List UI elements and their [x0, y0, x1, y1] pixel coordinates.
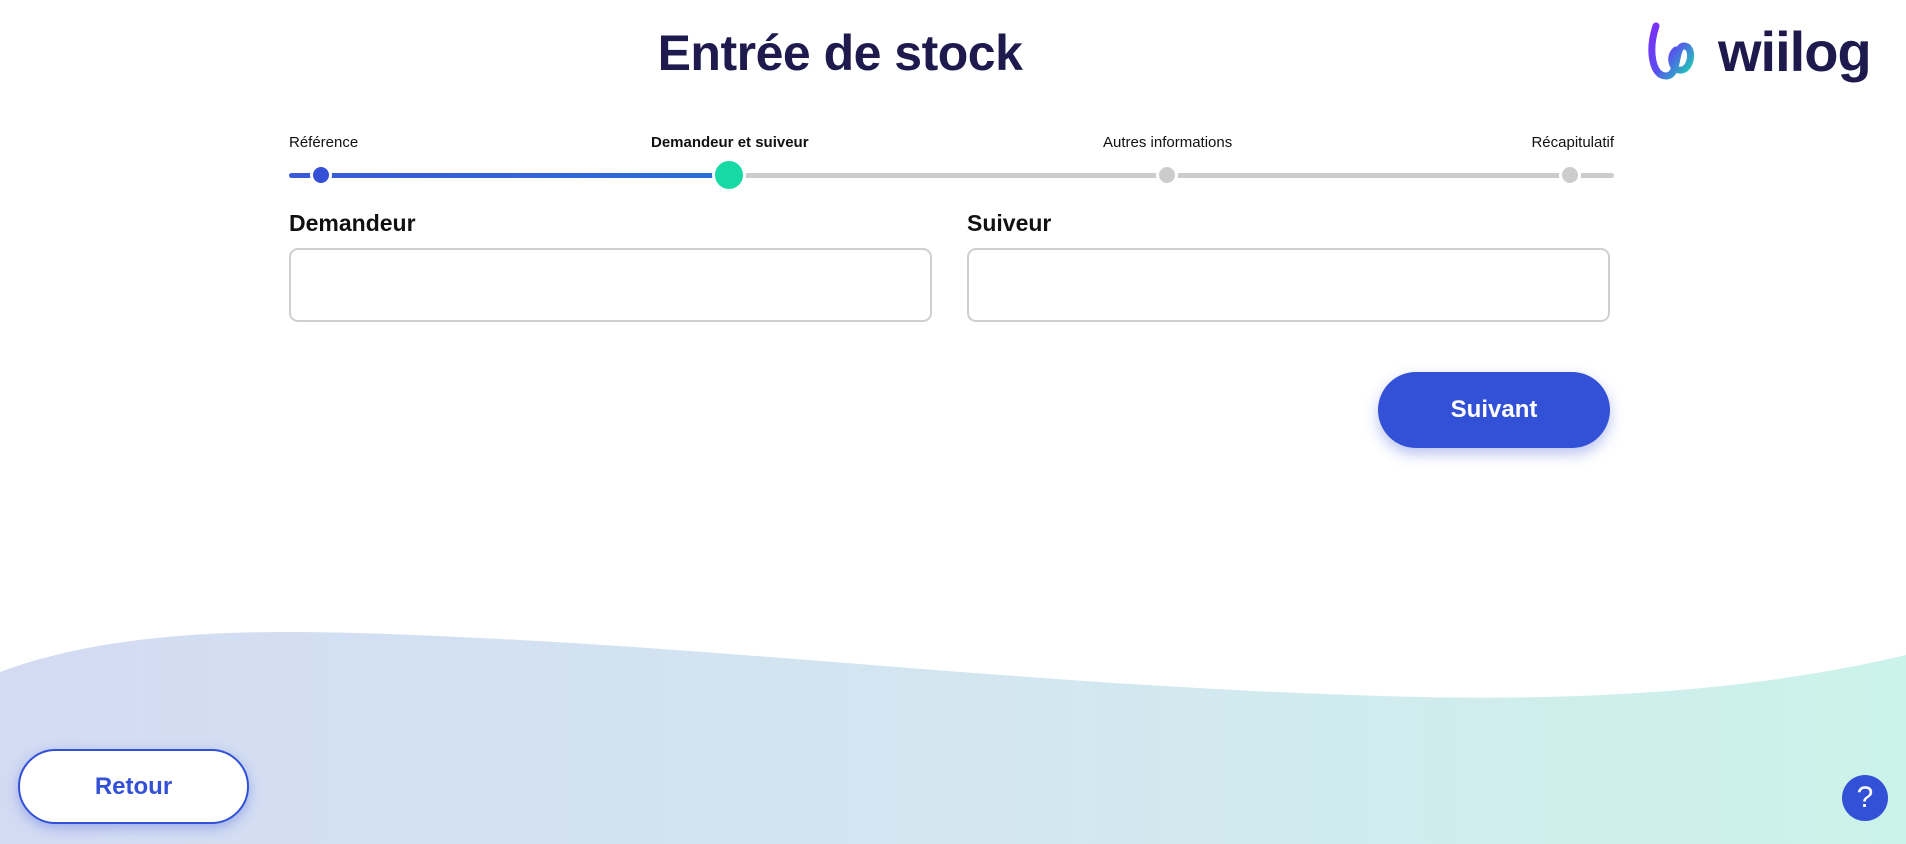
step-label-requester-follower: Demandeur et suiveur	[651, 134, 809, 151]
page-title: Entrée de stock	[657, 25, 1023, 81]
wiilog-logo: wiilog	[1646, 18, 1876, 90]
requester-label: Demandeur	[289, 210, 416, 236]
step-label-other-info: Autres informations	[1103, 134, 1233, 151]
next-button[interactable]: Suivant	[1378, 372, 1610, 448]
progress-track-completed	[289, 173, 729, 178]
question-mark-icon[interactable]: ?	[1842, 775, 1888, 821]
step-dot-requester-follower[interactable]	[712, 158, 746, 192]
background-wave	[0, 631, 1906, 844]
step-dot-summary[interactable]	[1559, 164, 1581, 186]
step-dot-other-info[interactable]	[1156, 164, 1178, 186]
page: Entrée de stock wiilog Référence Demande…	[0, 0, 1906, 844]
step-label-summary: Récapitulatif	[1531, 134, 1614, 151]
wiilog-logo-icon	[1648, 22, 1694, 80]
step-label-reference: Référence	[289, 134, 359, 151]
logo-text: wiilog	[1718, 20, 1872, 83]
follower-input[interactable]	[967, 248, 1610, 322]
progress-stepper: Référence Demandeur et suiveur Autres in…	[289, 130, 1614, 192]
follower-label: Suiveur	[967, 210, 1052, 236]
requester-input[interactable]	[289, 248, 932, 322]
back-button[interactable]: Retour	[18, 749, 249, 824]
step-dot-reference[interactable]	[310, 164, 332, 186]
